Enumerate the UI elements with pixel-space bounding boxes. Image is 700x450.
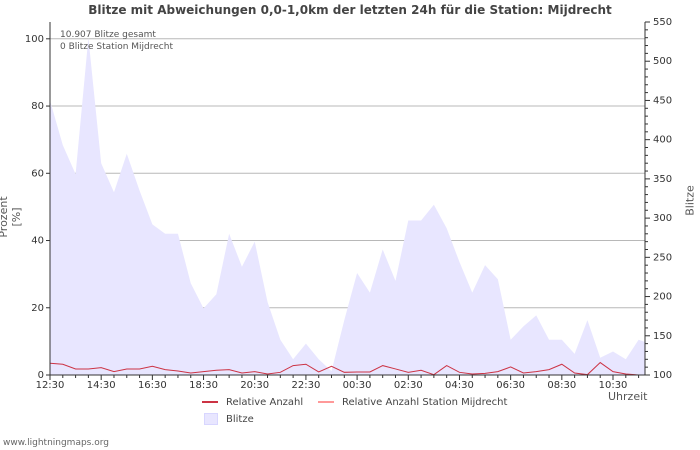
footer-credit: www.lightningmaps.org bbox=[3, 438, 109, 448]
blitze-area bbox=[50, 37, 645, 375]
y-tick-label-right: 450 bbox=[653, 95, 672, 106]
legend-label-relative: Relative Anzahl bbox=[226, 397, 304, 408]
chart-canvas: 0204060801001001502002503003504004505005… bbox=[25, 17, 672, 391]
y-axis-label-right: Blitze bbox=[683, 185, 697, 216]
stats-station: 0 Blitze Station Mijdrecht bbox=[60, 42, 173, 52]
x-tick-label: 08:30 bbox=[547, 380, 576, 391]
x-tick-label: 18:30 bbox=[189, 380, 218, 391]
x-tick-label: 02:30 bbox=[394, 380, 423, 391]
y-tick-label-left: 80 bbox=[31, 101, 44, 112]
legend-item-station: Relative Anzahl Station Mijdrecht bbox=[318, 397, 507, 408]
legend-swatch-blitze bbox=[204, 413, 218, 425]
legend-item-blitze: Blitze bbox=[204, 413, 254, 425]
y-tick-label-left: 60 bbox=[31, 168, 44, 179]
stats-box: 10.907 Blitze gesamt 0 Blitze Station Mi… bbox=[60, 29, 173, 53]
y-tick-label-right: 150 bbox=[653, 331, 672, 342]
x-tick-label: 20:30 bbox=[240, 380, 269, 391]
legend-item-relative: Relative Anzahl bbox=[202, 397, 303, 408]
y-tick-label-right: 550 bbox=[653, 17, 672, 28]
legend-swatch-relative bbox=[202, 401, 218, 403]
x-tick-label: 16:30 bbox=[138, 380, 167, 391]
y-tick-label-right: 300 bbox=[653, 213, 672, 224]
y-tick-label-right: 100 bbox=[653, 370, 672, 381]
x-tick-label: 04:30 bbox=[445, 380, 474, 391]
x-axis-label: Uhrzeit bbox=[608, 390, 648, 403]
x-tick-label: 14:30 bbox=[87, 380, 116, 391]
stats-total: 10.907 Blitze gesamt bbox=[60, 30, 156, 40]
legend-swatch-station bbox=[318, 401, 334, 403]
y-tick-label-right: 350 bbox=[653, 174, 672, 185]
x-tick-label: 06:30 bbox=[496, 380, 525, 391]
legend-label-blitze: Blitze bbox=[226, 414, 254, 425]
chart-title: Blitze mit Abweichungen 0,0-1,0km der le… bbox=[88, 3, 612, 17]
x-tick-label: 00:30 bbox=[343, 380, 372, 391]
x-tick-label: 22:30 bbox=[291, 380, 320, 391]
y-tick-label-left: 40 bbox=[31, 236, 44, 247]
area-blitze bbox=[50, 37, 645, 375]
y-axis-label-left: Prozent [%] bbox=[0, 196, 23, 238]
y-tick-label-left: 20 bbox=[31, 303, 44, 314]
legend-label-station: Relative Anzahl Station Mijdrecht bbox=[342, 397, 508, 408]
x-tick-label: 12:30 bbox=[36, 380, 65, 391]
y-tick-label-right: 200 bbox=[653, 292, 672, 303]
y-tick-label-left: 100 bbox=[25, 34, 44, 45]
y-tick-label-right: 400 bbox=[653, 135, 672, 146]
y-tick-label-right: 500 bbox=[653, 56, 672, 67]
y-tick-label-right: 250 bbox=[653, 252, 672, 263]
